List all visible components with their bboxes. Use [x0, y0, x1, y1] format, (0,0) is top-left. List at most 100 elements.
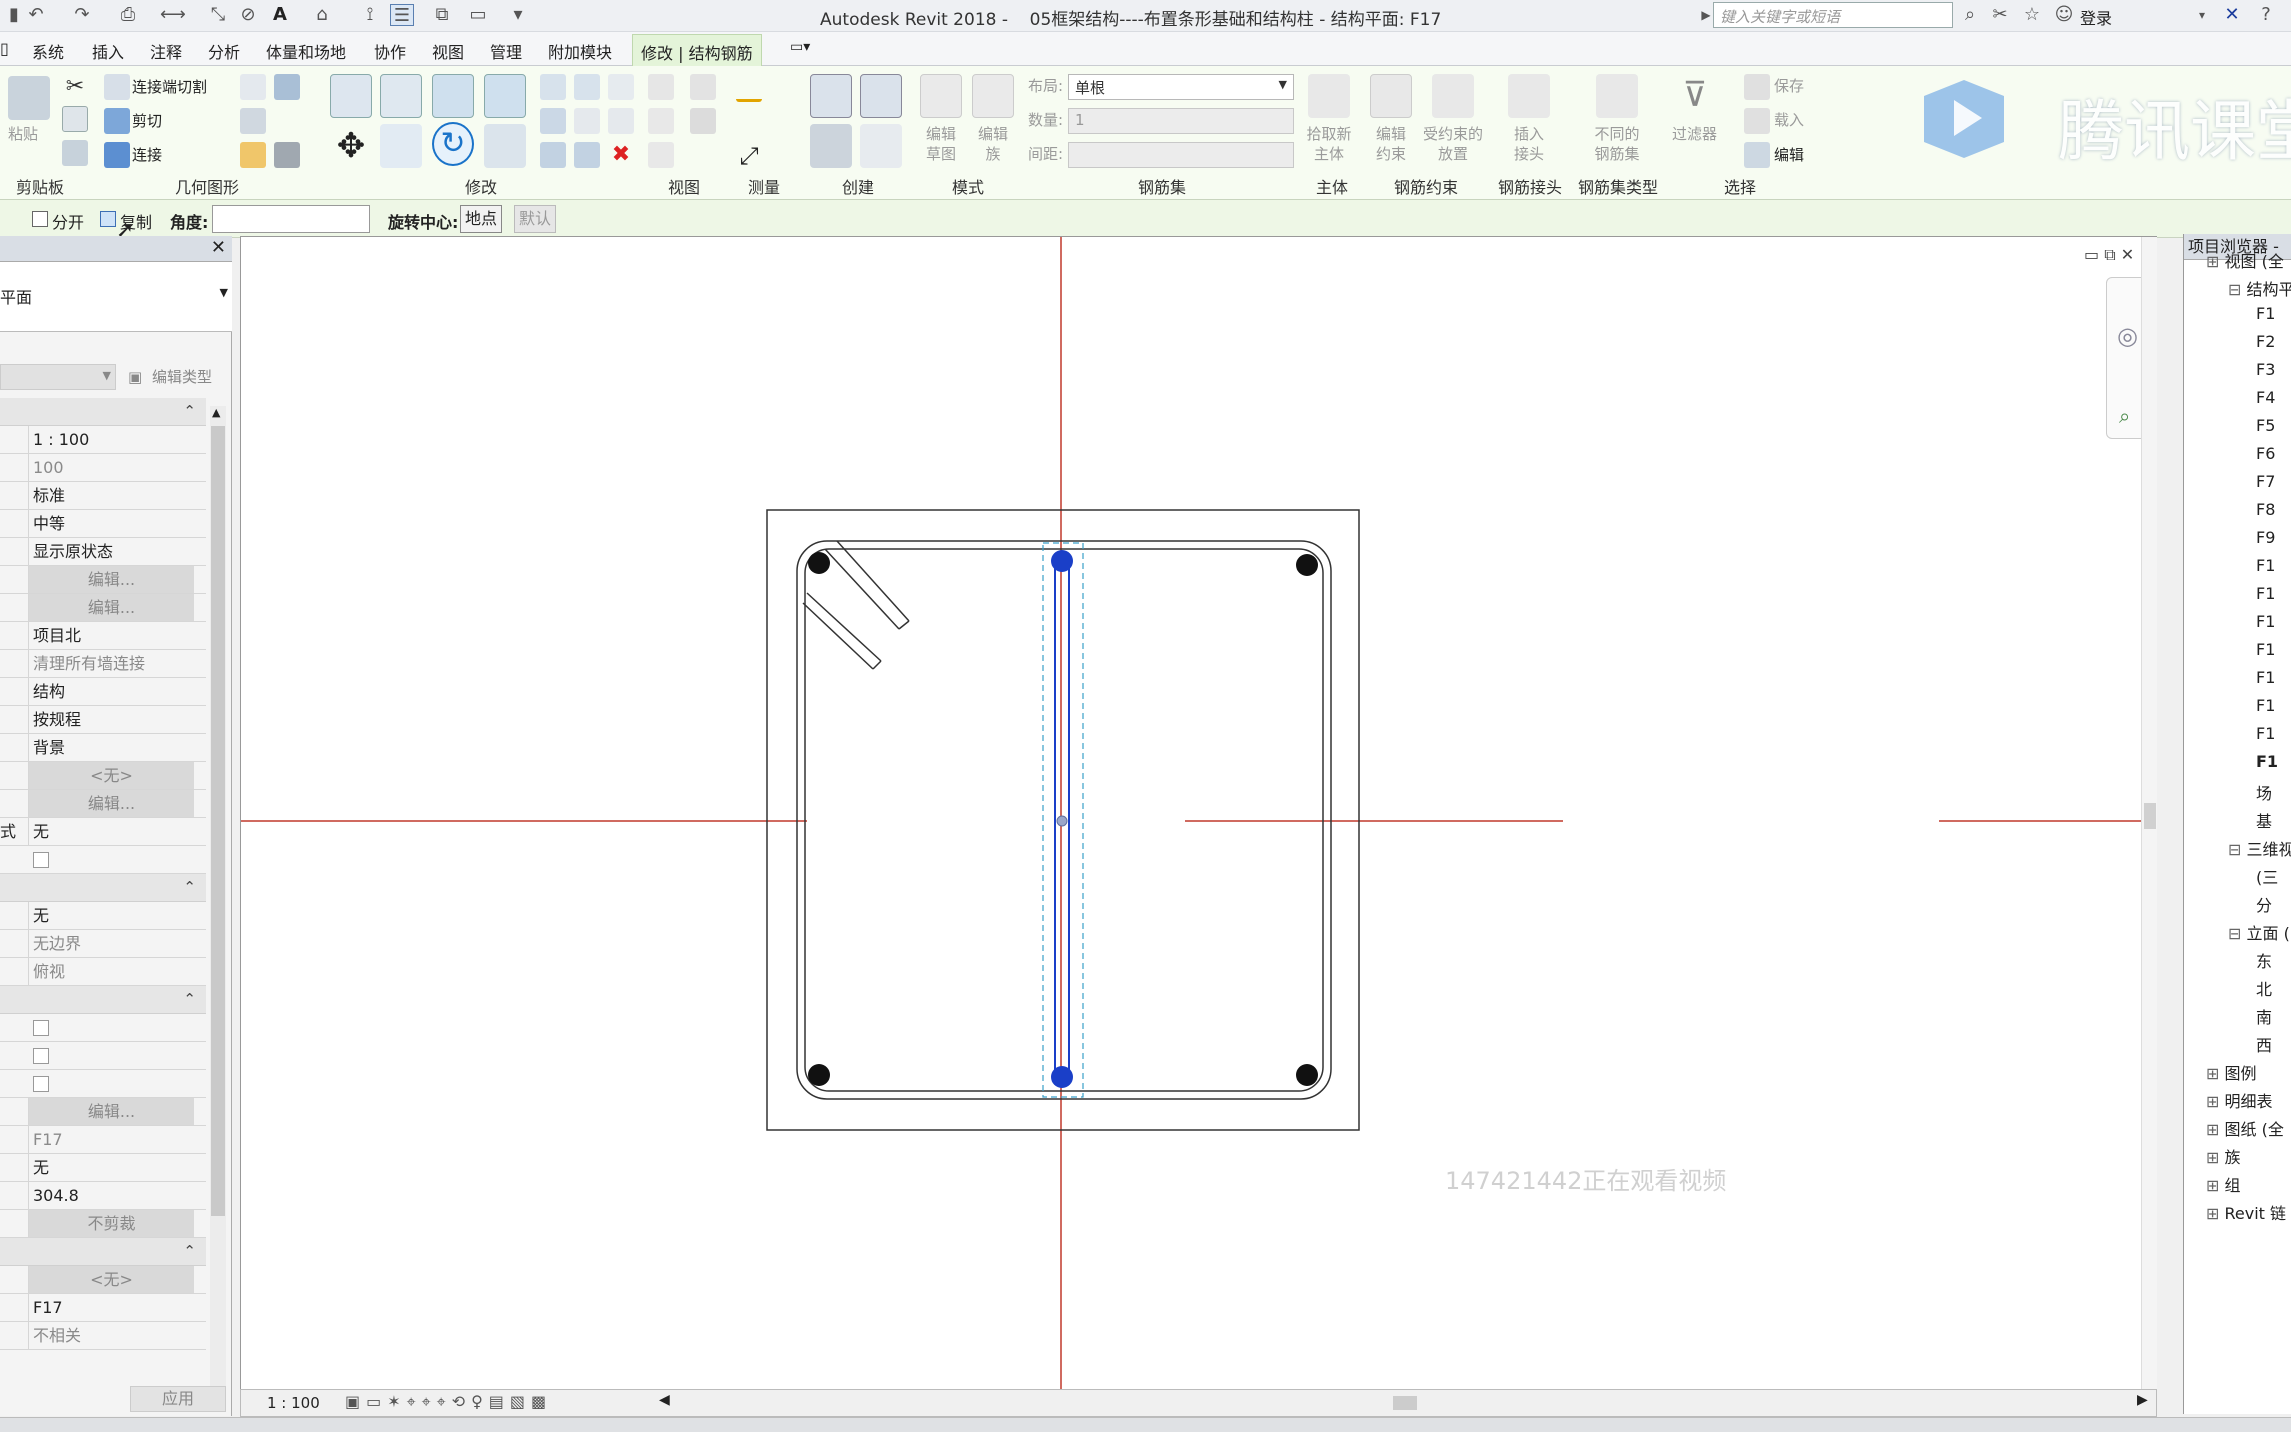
menu-modify-rebar[interactable]: 修改 | 结构钢筋: [632, 34, 762, 66]
customize-qat-icon[interactable]: ▾: [506, 4, 530, 26]
property-edit-button[interactable]: 编辑...: [28, 790, 194, 817]
browser-item[interactable]: F2: [2256, 332, 2275, 359]
section-graphics[interactable]: ⌃: [0, 398, 206, 426]
hammer-icon[interactable]: [274, 142, 300, 168]
view-scale-label[interactable]: 1 : 100: [267, 1394, 320, 1412]
menu-view[interactable]: 视图: [432, 39, 464, 63]
property-checkbox[interactable]: [33, 852, 49, 868]
exchange-apps-icon[interactable]: ✕: [2220, 4, 2244, 26]
paste-icon[interactable]: [8, 76, 50, 120]
redo-icon[interactable]: ↷: [70, 4, 94, 26]
menu-file-edge[interactable]: ▯: [0, 39, 9, 58]
undo-icon[interactable]: ↶: [24, 4, 48, 26]
copy-checkbox[interactable]: [100, 211, 116, 227]
wall-joins-icon[interactable]: [240, 74, 266, 100]
menu-insert[interactable]: 插入: [92, 39, 124, 63]
menu-addins[interactable]: 附加模块: [548, 39, 612, 63]
switch-windows-icon[interactable]: ▭: [466, 4, 490, 26]
property-checkbox[interactable]: [33, 1076, 49, 1092]
menu-manage[interactable]: 管理: [490, 39, 522, 63]
property-value[interactable]: 显示原状态: [28, 538, 194, 565]
copy-modify-icon[interactable]: [380, 124, 422, 168]
count-input[interactable]: 1: [1068, 108, 1294, 134]
paint-icon[interactable]: [240, 108, 266, 134]
view-icon-3[interactable]: [648, 142, 674, 168]
array-icon[interactable]: [540, 108, 566, 134]
create-parts-icon[interactable]: [860, 74, 902, 118]
browser-item[interactable]: (三: [2256, 864, 2278, 891]
login-link[interactable]: 登录: [2080, 5, 2112, 29]
user-icon[interactable]: ☺: [2052, 4, 2076, 26]
expand-icon[interactable]: ⊞: [2206, 252, 2225, 271]
browser-item[interactable]: F5: [2256, 416, 2275, 443]
zoom-icon[interactable]: ⌕: [2119, 404, 2130, 428]
property-edit-button[interactable]: 编辑...: [28, 594, 194, 621]
properties-scroll-thumb[interactable]: [211, 426, 225, 1216]
property-edit-button[interactable]: <无>: [28, 762, 194, 789]
canvas-hscroll-thumb[interactable]: [1393, 1396, 1417, 1410]
browser-item[interactable]: 南: [2256, 1004, 2272, 1031]
property-value[interactable]: 背景: [28, 734, 194, 761]
property-value[interactable]: 无: [28, 818, 194, 845]
browser-item[interactable]: ⊟ 立面 (: [2228, 920, 2290, 947]
section-icon[interactable]: ⟟: [358, 4, 382, 26]
edit-constraints-icon[interactable]: [1370, 74, 1412, 118]
ribbon-toggle-icon[interactable]: ▭▾: [790, 39, 810, 55]
menu-system[interactable]: 系统: [32, 39, 64, 63]
angle-input[interactable]: [212, 205, 370, 233]
dimension-icon[interactable]: ⤢: [736, 142, 762, 170]
spacing-input[interactable]: [1068, 142, 1294, 168]
browser-item[interactable]: F1: [2256, 668, 2275, 695]
drawing-canvas[interactable]: 147421442正在观看视频 ▭ ⧉ ✕ ◎ ⌕: [240, 236, 2157, 1393]
insert-coupler-icon[interactable]: [1508, 74, 1550, 118]
browser-item[interactable]: F6: [2256, 444, 2275, 471]
type-selector-dropdown-icon[interactable]: ▼: [220, 286, 228, 299]
menu-annotate[interactable]: 注释: [150, 39, 182, 63]
measure-quick-icon[interactable]: ⟷: [160, 4, 186, 26]
delete-icon[interactable]: ✖: [608, 142, 634, 168]
text-quick-icon[interactable]: A: [268, 4, 292, 26]
expand-icon[interactable]: ⊞: [2206, 1092, 2225, 1111]
hscroll-left-icon[interactable]: ◀: [659, 1392, 670, 1408]
layout-select[interactable]: 单根 ▼: [1068, 74, 1294, 100]
cut-geometry-icon[interactable]: [104, 108, 130, 134]
expand-icon[interactable]: ⊟: [2228, 840, 2247, 859]
override-icon[interactable]: [690, 74, 716, 100]
collapse-icon[interactable]: ⌃: [183, 878, 196, 896]
property-value[interactable]: 俯视: [28, 958, 194, 985]
move-icon-small[interactable]: [540, 74, 566, 100]
binoculars-icon[interactable]: ⌕: [1958, 4, 1982, 26]
create-assembly-icon[interactable]: [810, 74, 852, 118]
default-button[interactable]: 默认: [514, 205, 556, 233]
pin-icon[interactable]: [608, 108, 634, 134]
expand-icon[interactable]: ⊟: [2228, 924, 2247, 943]
browser-item[interactable]: ⊟ 三维视: [2228, 836, 2291, 863]
join-cut-label[interactable]: 连接端切割: [132, 76, 207, 97]
browser-item[interactable]: 东: [2256, 948, 2272, 975]
canvas-vscroll[interactable]: [2141, 237, 2157, 1393]
trim-extend-icon[interactable]: [484, 124, 526, 168]
join-geometry-label[interactable]: 连接: [132, 144, 162, 165]
hscroll-right-icon[interactable]: ▶: [2137, 1392, 2148, 1408]
edit-selection-label[interactable]: 编辑: [1774, 144, 1804, 165]
offset-icon[interactable]: [380, 74, 422, 118]
browser-item[interactable]: ⊞ 族: [2206, 1144, 2241, 1171]
close-properties-icon[interactable]: ✕: [211, 237, 226, 258]
collapse-icon[interactable]: ⌃: [183, 402, 196, 420]
browser-item[interactable]: F1: [2256, 752, 2278, 779]
property-value[interactable]: 304.8: [28, 1182, 194, 1209]
browser-item[interactable]: ⊞ Revit 链: [2206, 1200, 2286, 1227]
browser-item[interactable]: 分: [2256, 892, 2272, 919]
thin-lines-icon[interactable]: ☰: [390, 4, 414, 26]
expand-icon[interactable]: ⊞: [2206, 1148, 2225, 1167]
create-group-icon[interactable]: [810, 124, 852, 168]
tag-quick-icon[interactable]: ⊘: [236, 4, 260, 26]
save-selection-icon[interactable]: [1744, 74, 1770, 100]
cut-clip-icon[interactable]: ✂: [62, 74, 88, 100]
rebar-selected-top[interactable]: [1051, 550, 1073, 572]
type-selector[interactable]: 平面 ▼: [0, 262, 232, 332]
browser-item[interactable]: F1: [2256, 696, 2275, 723]
linework-icon[interactable]: [648, 108, 674, 134]
edit-sketch-icon[interactable]: [920, 74, 962, 118]
rebar-corner-top-left[interactable]: [808, 552, 830, 574]
